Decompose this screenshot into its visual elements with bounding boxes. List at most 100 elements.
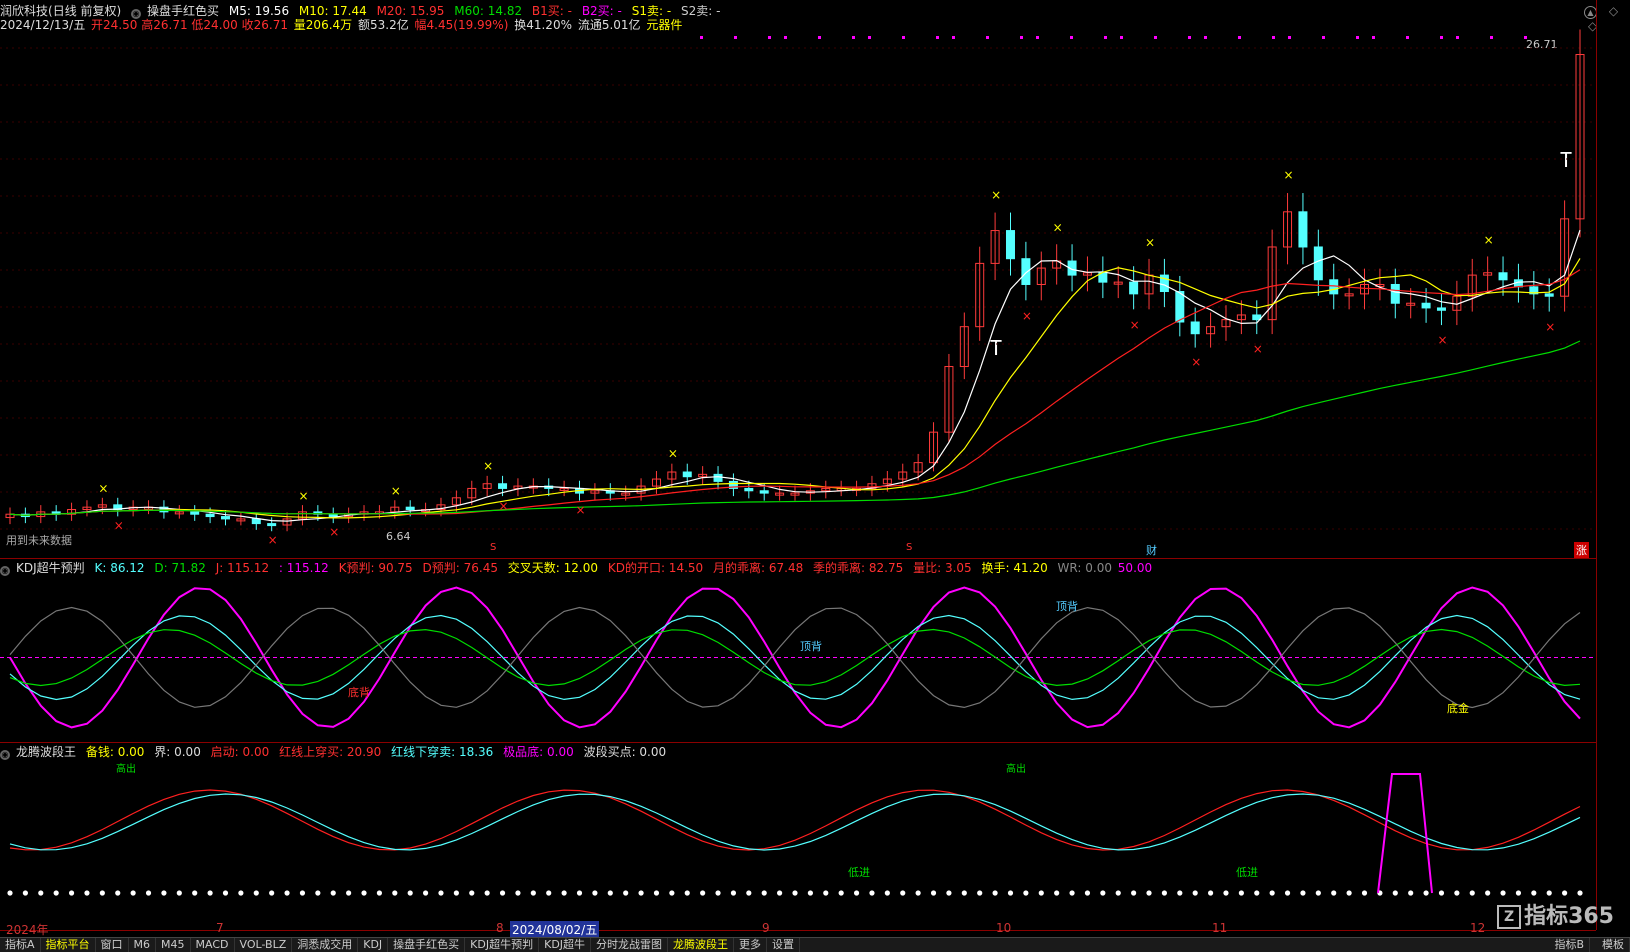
tab-6[interactable]: VOL-BLZ [235, 938, 293, 952]
signal-dot [1524, 36, 1527, 39]
signal-dot [1288, 36, 1291, 39]
wave-panel-header: ◉ 龙腾波段王 备钱: 0.00 界: 0.00 启动: 0.00 红线上穿买: … [0, 745, 672, 760]
month-label-5: 10 [996, 921, 1012, 935]
candle-body [1436, 307, 1446, 311]
tab-0[interactable]: 指标A [0, 938, 41, 952]
wave-baseline-dot [1084, 890, 1091, 896]
wave-baseline-dot [1223, 890, 1229, 896]
tab-5[interactable]: MACD [191, 938, 235, 952]
wave-baseline-dot [1146, 890, 1152, 896]
tab-11[interactable]: KDJ超牛 [539, 938, 592, 952]
candle-body [405, 506, 415, 511]
ma10-line [9, 258, 1581, 519]
sell-x-icon: × [668, 446, 678, 460]
candle-body [1498, 272, 1508, 281]
tab-12[interactable]: 分时龙战雷图 [591, 938, 669, 952]
wave-baseline-dot [1392, 890, 1398, 896]
kdj-open: KD的开口: 14.50 [607, 561, 704, 575]
wave-baseline-dot [1192, 890, 1198, 896]
tab-7[interactable]: 洞悉成交用 [292, 938, 359, 952]
wave-baseline-dot [1284, 890, 1291, 896]
signal-dot [952, 36, 955, 39]
tab-13[interactable]: 龙腾波段王 [668, 938, 735, 952]
tab-15[interactable]: 设置 [767, 938, 801, 952]
wave-baseline-dot [561, 890, 567, 896]
wave-label-sell-2: 高出 [1006, 764, 1026, 775]
tab-4[interactable]: M45 [156, 938, 191, 952]
wave-baseline-dot [992, 890, 998, 896]
kdj-d: D: 71.82 [154, 561, 206, 575]
wave-baseline-dot [807, 890, 813, 896]
wave-baseline-dot [1007, 890, 1014, 896]
wave-baseline-dot [1069, 890, 1075, 896]
wave-baseline-dot [7, 890, 13, 896]
right-scale-border [1596, 0, 1597, 930]
candle-body [744, 487, 754, 492]
wave-baseline-dot [977, 890, 983, 896]
wave-baseline-dot [730, 890, 737, 896]
wave-baseline-dot [761, 890, 767, 896]
wave-baseline-dot [1454, 890, 1460, 896]
sell-x-icon: × [1145, 236, 1155, 250]
wave-baseline-dot [653, 890, 660, 896]
candle-body [713, 473, 723, 482]
wave-baseline-dot [623, 890, 629, 896]
wave-title[interactable]: 龙腾波段王 [16, 745, 76, 759]
tab-9[interactable]: 操盘手红色买 [388, 938, 466, 952]
wave-baseline-dot [946, 890, 952, 896]
wave-baseline-dot [315, 890, 321, 896]
tab-2[interactable]: 窗口 [96, 938, 129, 952]
wave-baseline-dot [1177, 890, 1183, 896]
candlestick-chart[interactable]: × × × × × × × × × × × × × × × × × × × × × [0, 0, 1630, 951]
wave-baseline-dot [1300, 890, 1306, 896]
wave-baseline-dot [99, 890, 105, 896]
kdj-toggle-icon[interactable]: ◉ [0, 566, 10, 576]
wave-baseline-dot [299, 890, 306, 896]
wave-baseline-dot [1500, 890, 1506, 896]
kdj-month-dev: 月的乖离: 67.48 [713, 561, 804, 575]
signal-dot [1440, 36, 1443, 39]
logo-icon: Z [1497, 905, 1522, 929]
signal-dot [1204, 36, 1207, 39]
tab-10[interactable]: KDJ超牛预判 [465, 938, 540, 952]
wave-red-line [9, 789, 1581, 851]
wave-baseline-dot [1408, 890, 1414, 896]
kdj-title[interactable]: KDJ超牛预判 [16, 561, 85, 575]
wave-bound: 界: 0.00 [154, 745, 201, 759]
wave-toggle-icon[interactable]: ◉ [0, 750, 10, 760]
wave-baseline-dot [1315, 890, 1321, 896]
tab-right-b[interactable]: 指标B [1549, 938, 1590, 952]
buy-x-icon: × [1545, 320, 1555, 334]
wave-baseline-dot [484, 890, 490, 896]
wave-baseline-dot [1115, 890, 1121, 896]
wave-baseline-dot [607, 890, 613, 896]
tab-1[interactable]: 指标平台 [41, 938, 96, 952]
signal-dot [1490, 36, 1493, 39]
sell-x-icon: × [991, 188, 1001, 202]
sell-x-icon: × [298, 489, 308, 503]
wave-baseline-dot [884, 890, 890, 896]
wave-baseline-dot [1562, 890, 1568, 896]
tab-8[interactable]: KDJ [358, 938, 389, 952]
tab-14[interactable]: 更多 [734, 938, 768, 952]
sell-x-icon: × [1484, 233, 1494, 247]
wave-baseline-dot [515, 890, 521, 896]
wave-baseline-dot [284, 890, 290, 896]
wave-baseline-dot [1546, 890, 1552, 896]
indicator-tab-bar: 指标A 指标平台 窗口 M6 M45 MACD VOL-BLZ 洞悉成交用 KDJ 操盘手红色买 K… [0, 937, 1630, 952]
wave-baseline-dot [1485, 890, 1491, 896]
wave-baseline-dot [438, 890, 444, 896]
kdj-wr2: 50.00 [1117, 561, 1153, 575]
signal-dot [1154, 36, 1157, 39]
kdj-k: K: 86.12 [94, 561, 145, 575]
wave-baseline-dot [376, 890, 383, 896]
candle-body [498, 483, 508, 489]
month-label-7: 12 [1470, 921, 1486, 935]
kdj-dpred: D预判: 76.45 [422, 561, 498, 575]
wave-baseline-dot [207, 890, 213, 896]
tab-right-template[interactable]: 模板 [1597, 938, 1630, 952]
kdj-label-top-2: 顶背 [1056, 600, 1078, 613]
candle-body [1175, 291, 1185, 323]
tab-3[interactable]: M6 [129, 938, 157, 952]
wave-baseline-dot [915, 890, 921, 896]
